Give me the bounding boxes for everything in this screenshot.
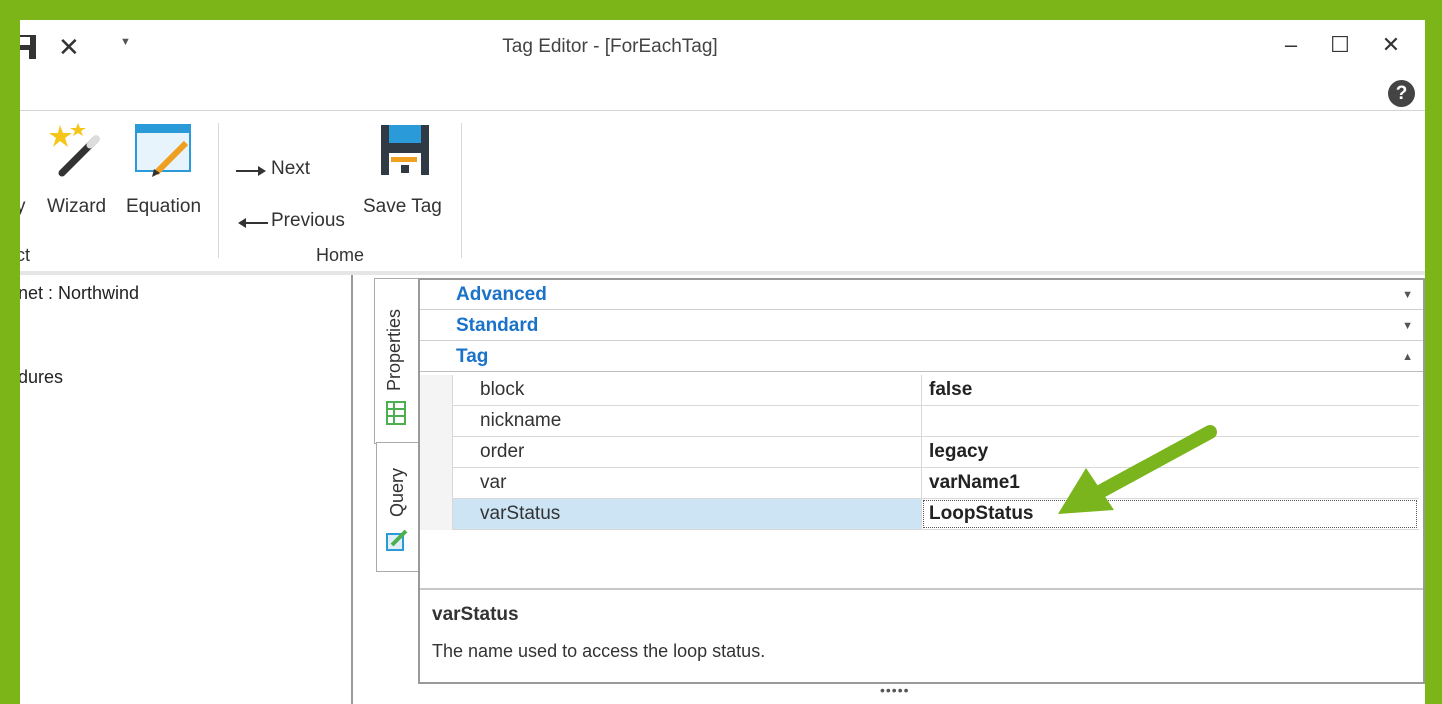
property-row-block[interactable]: block false [452,375,1419,406]
equation-button[interactable]: Equation [124,121,206,231]
floppy-disk-icon [381,125,429,175]
tree-item[interactable]: net : Northwind [20,283,139,304]
ribbon-group-label-left: ct [20,245,31,265]
description-panel: varStatus The name used to access the lo… [420,588,1423,684]
property-name: var [480,472,507,493]
ribbon-group-label-home: Home [316,245,365,265]
description-title: varStatus [432,604,519,625]
chevron-down-icon[interactable]: ▼ [1402,289,1413,301]
category-label: Advanced [456,284,547,305]
arrow-right-icon [236,166,266,176]
property-value[interactable]: varName1 [929,472,1020,494]
column-divider [921,406,922,436]
category-tag[interactable]: Tag ▲ [420,342,1423,372]
property-name: varStatus [480,503,561,524]
help-icon[interactable]: ? [1388,80,1415,107]
ribbon-separator [461,123,462,258]
save-tag-button[interactable]: Save Tag [362,121,452,231]
left-tree-panel: net : Northwind dures [20,275,353,704]
column-divider [921,499,922,529]
property-value[interactable]: LoopStatus [929,503,1034,525]
column-divider [921,437,922,467]
category-advanced[interactable]: Advanced ▼ [420,280,1423,310]
splitter-grip[interactable]: ••••• [880,682,910,698]
previous-button[interactable]: Previous [234,208,364,236]
property-value[interactable]: false [929,379,972,401]
previous-label: Previous [271,210,345,231]
ribbon-partial-button-label[interactable]: y [20,196,26,218]
tab-properties[interactable]: Properties [374,278,420,444]
save-tag-label: Save Tag [363,196,442,217]
next-label: Next [271,158,311,179]
green-arrow-icon [1058,425,1217,514]
properties-grid-icon [386,401,406,425]
property-row-order[interactable]: order legacy [452,437,1419,468]
magic-wand-icon [49,123,100,177]
wizard-button[interactable]: Wizard [44,121,108,231]
tab-query[interactable]: Query [376,442,419,572]
description-text: The name used to access the loop status. [432,641,766,661]
row-indent-gutter [420,375,453,530]
property-name: block [480,379,525,400]
chevron-down-icon[interactable]: ▼ [1402,320,1413,332]
maximize-button[interactable]: ☐ [1325,32,1355,58]
chevron-up-icon[interactable]: ▲ [1402,351,1413,363]
tag-editor-window: ✕ ▼ Tag Editor - [ForEachTag] – ☐ ✕ ? y … [20,20,1425,704]
category-label: Tag [456,346,489,367]
minimize-button[interactable]: – [1276,32,1306,58]
close-button[interactable]: ✕ [1376,32,1406,58]
tab-query-label: Query [387,467,407,517]
title-bar: ✕ ▼ Tag Editor - [ForEachTag] – ☐ ✕ [20,20,1425,75]
window-title: Tag Editor - [ForEachTag] [502,36,718,57]
arrow-left-icon [238,218,268,228]
property-row-nickname[interactable]: nickname [452,406,1419,437]
category-label: Standard [456,315,539,336]
property-grid: Advanced ▼ Standard ▼ Tag ▲ block false … [418,278,1425,684]
equation-label: Equation [126,196,202,217]
property-row-varstatus[interactable]: varStatus LoopStatus [452,499,1419,530]
property-row-var[interactable]: var varName1 [452,468,1419,499]
equation-editor-icon [135,124,191,177]
ribbon-separator [218,123,219,258]
property-name: order [480,441,525,462]
wizard-label: Wizard [47,196,107,217]
next-button[interactable]: Next [234,156,344,184]
category-standard[interactable]: Standard ▼ [420,311,1423,341]
tab-properties-label: Properties [384,308,404,391]
query-edit-icon [386,529,408,551]
ribbon: y Wizard Equation Next Previous Save Tag… [20,111,1425,271]
column-divider [921,375,922,405]
column-divider [921,468,922,498]
property-name: nickname [480,410,562,431]
tree-item[interactable]: dures [20,367,63,388]
property-value[interactable]: legacy [929,441,988,463]
